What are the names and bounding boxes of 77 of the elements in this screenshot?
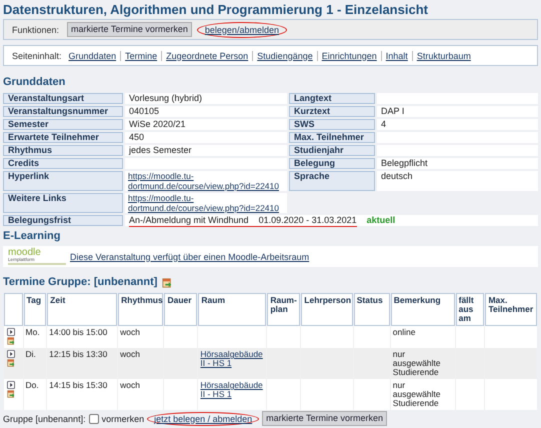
field-value: Belegpflicht (381, 158, 428, 168)
field-label: Credits (3, 158, 123, 169)
column-header: Max. Teilnehmer (485, 293, 537, 326)
column-header: Zeit (47, 293, 118, 326)
field-label: Weitere Links (3, 193, 123, 213)
field-label: Erwartete Teilnehmer (3, 132, 123, 143)
column-header: Bemerkung (390, 293, 455, 326)
calendar-export-icon[interactable] (162, 278, 172, 288)
field-label: Kurztext (289, 106, 375, 117)
field-label: SWS (289, 119, 375, 130)
section-link[interactable]: Inhalt (386, 50, 408, 60)
section-link[interactable]: Strukturbaum (416, 50, 471, 60)
section-link[interactable]: Grunddaten (68, 50, 116, 60)
field-label: Hyperlink (3, 171, 123, 191)
field-label: Veranstaltungsnummer (3, 106, 123, 117)
section-heading: Termine Gruppe: [unbenannt] (3, 276, 158, 289)
column-header: Status (354, 293, 390, 326)
enroll-link[interactable]: belegen/abmelden (196, 22, 287, 38)
column-header: Rhythmus (118, 293, 164, 326)
table-cell-text: 12:15 bis 13:30 (49, 350, 108, 359)
section-link[interactable]: Studiengänge (257, 50, 313, 60)
page-contents-label: Seiteninhalt: (12, 50, 62, 60)
column-header: Tag (24, 293, 46, 326)
table-cell-text: woch (120, 381, 142, 390)
status-text: aktuell (366, 215, 396, 225)
expand-icon[interactable] (7, 350, 15, 358)
table-cell-text: woch (120, 350, 142, 359)
table-cell-text: 14:00 bis 15:00 (49, 328, 108, 337)
section-link[interactable]: Einrichtungen (322, 50, 377, 60)
field-value: 4 (381, 119, 386, 129)
checkbox-label: vormerken (102, 414, 144, 424)
column-header: Lehrperson (301, 293, 353, 326)
table-cell-text: 14:15 bis 15:30 (49, 381, 108, 390)
enroll-link[interactable]: jetzt belegen / abmelden (147, 412, 260, 426)
column-header: Dauer (164, 293, 198, 326)
field-label: Veranstaltungsart (3, 93, 123, 104)
field-value: jedes Semester (129, 145, 192, 155)
field-value: DAP I (381, 106, 404, 116)
reserve-checkbox[interactable] (88, 414, 99, 424)
table-cell-text: nur ausgewählte Studierende (392, 381, 442, 408)
field-value: An-/Abmeldung mit Windhund 01.09.2020 - 31.03.2021 (129, 215, 357, 227)
calendar-export-icon[interactable] (7, 337, 15, 345)
field-value: Vorlesung (hybrid) (129, 93, 202, 103)
reserve-button[interactable]: markierte Termine vormerken (67, 22, 192, 37)
field-label: Studienjahr (289, 145, 375, 156)
reserve-button[interactable]: markierte Termine vormerken (262, 411, 388, 426)
field-label: Sprache (289, 171, 375, 191)
calendar-export-icon[interactable] (7, 390, 15, 398)
field-label: Semester (3, 119, 123, 130)
table-cell-text: Do. (26, 381, 40, 390)
section-heading: E-Learning (3, 230, 62, 243)
field-value: deutsch (381, 171, 413, 181)
section-heading: Grunddaten (3, 76, 66, 89)
functions-label: Funktionen: (12, 24, 60, 34)
field-label: Belegung (289, 158, 375, 169)
field-label: Rhythmus (3, 145, 123, 156)
field-value: WiSe 2020/21 (129, 119, 186, 129)
table-cell-text: Di. (26, 350, 37, 359)
expand-icon[interactable] (7, 381, 15, 389)
table-cell-text: nur ausgewählte Studierende (392, 350, 442, 377)
section-link[interactable]: Zugeordnete Person (166, 50, 248, 60)
section-link[interactable]: Termine (125, 50, 158, 60)
table-cell-text: online (392, 328, 416, 337)
table-cell-text: Mo. (26, 328, 41, 337)
group-label: Gruppe [unbenannt]: (3, 414, 86, 424)
column-header: Raum (198, 293, 266, 326)
field-label: Belegungsfrist (3, 215, 123, 226)
expand-icon[interactable] (7, 328, 15, 336)
column-header: Raum-plan (267, 293, 300, 326)
column-header: fällt aus am (456, 293, 484, 326)
field-label: Langtext (289, 93, 375, 104)
table-cell-text: woch (120, 328, 142, 337)
moodle-link[interactable]: Diese Veranstaltung verfügt über einen Moodle-Arbeitsraum (70, 252, 310, 262)
field-value: 040105 (129, 106, 160, 116)
field-label: Max. Teilnehmer (289, 132, 375, 143)
page-title: Datenstrukturen, Algorithmen und Programmierung 1 - Einzelansicht (3, 1, 429, 18)
field-value: 450 (129, 132, 144, 142)
